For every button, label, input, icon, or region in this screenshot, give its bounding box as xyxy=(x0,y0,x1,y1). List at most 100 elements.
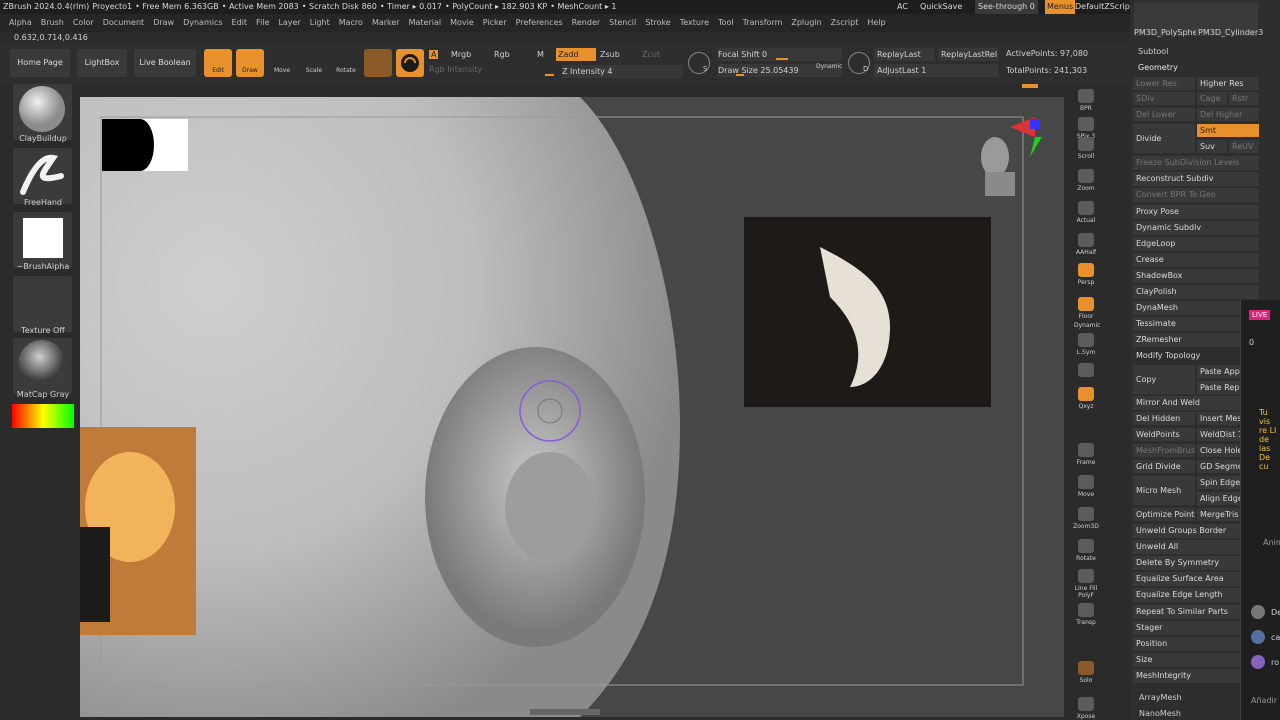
smt-toggle[interactable]: Smt xyxy=(1197,124,1259,137)
lsym-button[interactable]: L.Sym xyxy=(1073,330,1099,358)
solo-button[interactable]: Solo xyxy=(1073,658,1099,686)
persp-button[interactable]: Persp xyxy=(1073,260,1099,288)
menu-file[interactable]: File xyxy=(256,18,269,27)
proxy-pose-section[interactable]: Proxy Pose xyxy=(1133,205,1259,219)
mrgb-button[interactable]: Mrgb xyxy=(451,50,471,59)
ac-button[interactable]: AC xyxy=(897,0,908,14)
menu-color[interactable]: Color xyxy=(73,18,94,27)
menu-render[interactable]: Render xyxy=(572,18,600,27)
xyz-button[interactable]: Qxyz xyxy=(1073,384,1099,412)
divide-button[interactable]: Divide xyxy=(1133,124,1195,153)
actual-button[interactable]: Actual xyxy=(1073,198,1099,226)
menu-zscript[interactable]: Zscript xyxy=(831,18,859,27)
bpr-button[interactable]: BPR xyxy=(1073,86,1099,114)
grid-divide-button[interactable]: Grid Divide xyxy=(1133,460,1195,473)
m-button[interactable]: M xyxy=(537,50,544,59)
micro-mesh-button[interactable]: Micro Mesh xyxy=(1133,476,1195,505)
draw-button[interactable]: Draw xyxy=(236,49,264,77)
color-picker[interactable] xyxy=(12,404,74,428)
transp-button[interactable]: Transp xyxy=(1073,600,1099,628)
z-intensity-slider[interactable]: Z Intensity 4 xyxy=(562,65,682,78)
chat-add-button[interactable]: Añadir xyxy=(1251,696,1277,705)
replay-last-button[interactable]: ReplayLast xyxy=(874,48,934,61)
tool-thumb-cylinder[interactable]: PM3D_Cylinder3 xyxy=(1196,2,1263,37)
menus-button[interactable]: Menus xyxy=(1045,0,1076,14)
zadd-button[interactable]: Zadd xyxy=(556,48,596,61)
convert-bpr-button[interactable]: Convert BPR To Geo xyxy=(1133,188,1259,202)
edgeloop-section[interactable]: EdgeLoop xyxy=(1133,237,1259,251)
menu-help[interactable]: Help xyxy=(867,18,885,27)
del-higher-button[interactable]: Del Higher xyxy=(1197,108,1259,121)
sculpt-mode-icon[interactable] xyxy=(396,49,424,77)
move-mode-button[interactable]: Move xyxy=(268,49,296,77)
scale-mode-button[interactable]: Scale xyxy=(300,49,328,77)
bottom-scroll-handle[interactable] xyxy=(530,709,600,715)
del-hidden-button[interactable]: Del Hidden xyxy=(1133,412,1195,425)
menu-brush[interactable]: Brush xyxy=(41,18,64,27)
home-page-button[interactable]: Home Page xyxy=(10,49,70,77)
floor-button[interactable]: Floor xyxy=(1073,294,1099,322)
menu-alpha[interactable]: Alpha xyxy=(9,18,32,27)
matcap-thumb[interactable] xyxy=(13,338,72,394)
dynamic-toggle[interactable]: Dynamic xyxy=(816,63,842,70)
zoom-button[interactable]: Zoom xyxy=(1073,166,1099,194)
quicksave-button[interactable]: QuickSave xyxy=(920,0,962,14)
claypolish-section[interactable]: ClayPolish xyxy=(1133,285,1259,299)
rstr-button[interactable]: Rstr xyxy=(1229,92,1259,105)
menu-preferences[interactable]: Preferences xyxy=(516,18,563,27)
weldpoints-button[interactable]: WeldPoints xyxy=(1133,428,1195,441)
xpose-button[interactable]: Xpose xyxy=(1073,694,1099,720)
texture-thumb[interactable] xyxy=(13,276,72,332)
reuv-button[interactable]: ReUV xyxy=(1229,140,1259,153)
frame-button[interactable]: Frame xyxy=(1073,440,1099,468)
scroll-button[interactable]: Scroll xyxy=(1073,134,1099,162)
lightbox-button[interactable]: LightBox xyxy=(77,49,127,77)
menu-picker[interactable]: Picker xyxy=(483,18,507,27)
adjust-last-slider[interactable]: AdjustLast 1 xyxy=(874,64,998,77)
nanomesh-header[interactable]: NanoMesh xyxy=(1139,709,1181,718)
menu-draw[interactable]: Draw xyxy=(153,18,174,27)
crease-section[interactable]: Crease xyxy=(1133,253,1259,267)
menu-dynamics[interactable]: Dynamics xyxy=(183,18,222,27)
menu-movie[interactable]: Movie xyxy=(450,18,474,27)
menu-edit[interactable]: Edit xyxy=(232,18,248,27)
cage-button[interactable]: Cage xyxy=(1197,92,1227,105)
dynamic-subdiv-section[interactable]: Dynamic Subdiv xyxy=(1133,221,1259,235)
zscript-button[interactable]: DefaultZScript xyxy=(1075,0,1130,14)
move-button[interactable]: Move xyxy=(1073,472,1099,500)
tool-thumb-polysphere[interactable]: PM3D_PolySphere xyxy=(1134,2,1206,37)
zsub-button[interactable]: Zsub xyxy=(600,50,620,59)
subtool-header[interactable]: Subtool xyxy=(1138,47,1168,56)
menu-marker[interactable]: Marker xyxy=(372,18,400,27)
see-through-slider[interactable]: See-through 0 xyxy=(975,0,1038,14)
menu-transform[interactable]: Transform xyxy=(743,18,783,27)
del-lower-button[interactable]: Del Lower xyxy=(1133,108,1195,121)
menu-macro[interactable]: Macro xyxy=(339,18,363,27)
replay-last-rel-button[interactable]: ReplayLastRel xyxy=(938,48,998,61)
zoom3d-button[interactable]: Zoom3D xyxy=(1073,504,1099,532)
lower-res-button[interactable]: Lower Res xyxy=(1133,77,1195,90)
menu-tool[interactable]: Tool xyxy=(718,18,734,27)
edit-button[interactable]: Edit xyxy=(204,49,232,77)
menu-layer[interactable]: Layer xyxy=(278,18,300,27)
geometry-header[interactable]: Geometry xyxy=(1138,63,1178,72)
freeze-subdiv-button[interactable]: Freeze SubDivision Levels xyxy=(1133,156,1259,170)
reconstruct-subdiv-button[interactable]: Reconstruct Subdiv xyxy=(1133,172,1259,186)
menu-stroke[interactable]: Stroke xyxy=(645,18,671,27)
menu-material[interactable]: Material xyxy=(409,18,442,27)
aahalf-button[interactable]: AAHalf xyxy=(1073,230,1099,258)
live-boolean-button[interactable]: Live Boolean xyxy=(134,49,196,77)
mesh-from-brush-button[interactable]: MeshFromBrush xyxy=(1133,444,1195,457)
menu-zplugin[interactable]: Zplugin xyxy=(791,18,821,27)
a-button[interactable]: A xyxy=(429,50,439,59)
brush-thumb[interactable] xyxy=(13,84,72,140)
rotate-button[interactable]: Rotate xyxy=(1073,536,1099,564)
arraymesh-header[interactable]: ArrayMesh xyxy=(1139,693,1182,702)
stroke-thumb[interactable] xyxy=(13,148,72,204)
material-icon[interactable] xyxy=(364,49,392,77)
menu-light[interactable]: Light xyxy=(310,18,330,27)
optimize-points-button[interactable]: Optimize Points xyxy=(1133,508,1195,521)
shadowbox-section[interactable]: ShadowBox xyxy=(1133,269,1259,283)
menu-stencil[interactable]: Stencil xyxy=(609,18,636,27)
menu-texture[interactable]: Texture xyxy=(680,18,709,27)
